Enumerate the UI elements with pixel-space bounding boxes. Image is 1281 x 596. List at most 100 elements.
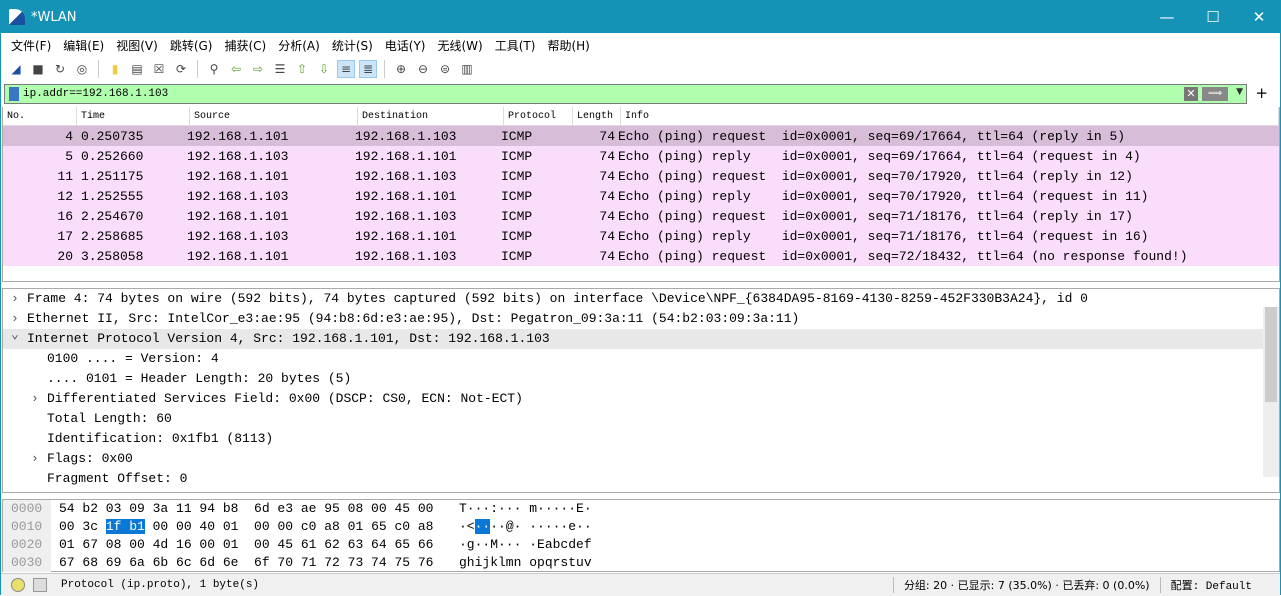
menu-item[interactable]: 无线(W) — [432, 37, 489, 54]
detail-text: Total Length: 60 — [47, 411, 172, 426]
wireshark-logo-icon — [9, 9, 25, 25]
open-file-icon[interactable]: ▮ — [106, 60, 124, 78]
hex-row[interactable]: 0010 00 3c 1f b1 00 00 40 01 00 00 c0 a8 … — [3, 518, 1279, 536]
go-back-icon[interactable]: ⇦ — [227, 60, 245, 78]
status-profile[interactable]: 配置: Default — [1159, 577, 1280, 593]
packet-list: No. Time Source Destination Protocol Length In… — [2, 106, 1280, 282]
detail-row[interactable]: › Flags: 0x00 — [3, 449, 1279, 469]
details-scrollbar[interactable] — [1263, 307, 1279, 477]
column-header[interactable]: Time — [77, 106, 190, 126]
go-forward-icon[interactable]: ⇨ — [249, 60, 267, 78]
hex-row[interactable]: 0020 01 67 08 00 4d 16 00 01 00 45 61 62 … — [3, 536, 1279, 554]
detail-row[interactable]: .... 0101 = Header Length: 20 bytes (5) — [3, 369, 1279, 389]
bookmark-icon[interactable] — [9, 87, 19, 101]
packet-row[interactable]: 17 2.258685 192.168.1.103 192.168.1.101 ICMP… — [3, 226, 1279, 246]
display-filter-input[interactable]: ip.addr==192.168.1.103 ✕ ⟹ ▼ — [4, 84, 1247, 104]
stop-capture-icon[interactable]: ■ — [29, 60, 47, 78]
packet-row[interactable]: 12 1.252555 192.168.1.103 192.168.1.101 ICMP… — [3, 186, 1279, 206]
hex-bytes-selected[interactable]: 1f b1 — [105, 519, 145, 534]
zoom-in-icon[interactable]: ⊕ — [392, 60, 410, 78]
chevron-right-icon[interactable]: › — [31, 389, 39, 409]
hex-ascii[interactable]: T···:··· m·····E· — [459, 500, 659, 518]
hex-bytes[interactable]: 67 68 69 6a 6b 6c 6d 6e 6f 70 71 72 73 7… — [59, 554, 459, 572]
go-to-packet-icon[interactable]: ☰ — [271, 60, 289, 78]
menu-item[interactable]: 编辑(E) — [57, 37, 110, 54]
column-header[interactable]: No. — [3, 106, 77, 126]
hex-offset: 0020 — [3, 536, 51, 554]
packet-row[interactable]: 11 1.251175 192.168.1.101 192.168.1.103 ICMP… — [3, 166, 1279, 186]
column-header[interactable]: Protocol — [504, 106, 573, 126]
capture-comment-icon[interactable] — [33, 578, 47, 592]
column-header[interactable]: Info — [621, 106, 1279, 126]
filter-history-dropdown[interactable]: ▼ — [1236, 87, 1243, 97]
capture-options-icon[interactable]: ◎ — [73, 60, 91, 78]
close-file-icon[interactable]: ☒ — [150, 60, 168, 78]
first-packet-icon[interactable]: ⇧ — [293, 60, 311, 78]
packet-cell: 20 — [57, 248, 73, 264]
packet-cell: Echo (ping) request id=0x0001, seq=72/18… — [618, 248, 1188, 264]
hex-ascii[interactable]: ·<····@· ·····e·· — [459, 518, 659, 536]
find-packet-icon[interactable]: ⚲ — [205, 60, 223, 78]
menu-item[interactable]: 帮助(H) — [541, 37, 595, 54]
detail-row[interactable]: Identification: 0x1fb1 (8113) — [3, 429, 1279, 449]
detail-row[interactable]: › Ethernet II, Src: IntelCor_e3:ae:95 (94… — [3, 309, 1279, 329]
column-header[interactable]: Destination — [358, 106, 504, 126]
menu-item[interactable]: 电话(Y) — [379, 37, 432, 54]
add-filter-button[interactable]: + — [1255, 84, 1268, 102]
save-file-icon[interactable]: ▤ — [128, 60, 146, 78]
column-header[interactable]: Source — [190, 106, 358, 126]
detail-row[interactable]: Fragment Offset: 0 — [3, 469, 1279, 489]
packet-cell: Echo (ping) reply id=0x0001, seq=70/1792… — [618, 188, 1149, 204]
chevron-down-icon[interactable]: ⌄ — [11, 325, 19, 345]
detail-row[interactable]: › Differentiated Services Field: 0x00 (DS… — [3, 389, 1279, 409]
packet-row[interactable]: 5 0.252660 192.168.1.103 192.168.1.101 ICMP 7… — [3, 146, 1279, 166]
hex-ascii[interactable]: ghijklmn opqrstuv — [459, 554, 659, 572]
detail-text: Identification: 0x1fb1 (8113) — [47, 431, 274, 446]
packet-cell: ICMP — [501, 188, 533, 204]
hex-bytes[interactable]: 00 3c 1f b1 00 00 40 01 00 00 c0 a8 01 6… — [59, 518, 459, 536]
filter-text[interactable]: ip.addr==192.168.1.103 — [23, 88, 168, 100]
packet-cell: Echo (ping) request id=0x0001, seq=71/18… — [618, 208, 1133, 224]
packet-row[interactable]: 4 0.250735 192.168.1.101 192.168.1.103 ICMP 7… — [3, 126, 1279, 146]
chevron-right-icon[interactable]: › — [31, 449, 39, 469]
expert-info-icon[interactable] — [11, 578, 25, 592]
detail-row[interactable]: ⌄ Internet Protocol Version 4, Src: 192.1… — [3, 327, 1279, 349]
clear-filter-icon[interactable]: ✕ — [1184, 87, 1198, 101]
hex-bytes[interactable]: 54 b2 03 09 3a 11 94 b8 6d e3 ae 95 08 0… — [59, 500, 459, 518]
detail-text: Differentiated Services Field: 0x00 (DSC… — [47, 391, 523, 406]
hex-ascii[interactable]: ·g··M··· ·Eabcdef — [459, 536, 659, 554]
apply-filter-icon[interactable]: ⟹ — [1202, 87, 1228, 101]
packet-row[interactable]: 20 3.258058 192.168.1.101 192.168.1.103 ICMP… — [3, 246, 1279, 266]
ascii-selected[interactable]: ·· — [474, 519, 491, 534]
autoscroll-icon[interactable]: ≡ — [337, 60, 355, 78]
reload-icon[interactable]: ⟳ — [172, 60, 190, 78]
zoom-normal-icon[interactable]: ⊜ — [436, 60, 454, 78]
hex-row[interactable]: 0030 67 68 69 6a 6b 6c 6d 6e 6f 70 71 72 … — [3, 554, 1279, 572]
minimize-button[interactable]: — — [1144, 1, 1190, 33]
colorize-icon[interactable]: ≣ — [359, 60, 377, 78]
detail-row[interactable]: Total Length: 60 — [3, 409, 1279, 429]
column-header[interactable]: Length — [573, 106, 621, 126]
menu-item[interactable]: 文件(F) — [5, 37, 57, 54]
menu-item[interactable]: 分析(A) — [272, 37, 326, 54]
hex-bytes[interactable]: 01 67 08 00 4d 16 00 01 00 45 61 62 63 6… — [59, 536, 459, 554]
menu-item[interactable]: 统计(S) — [326, 37, 379, 54]
menu-item[interactable]: 跳转(G) — [164, 37, 219, 54]
detail-row[interactable]: › Frame 4: 74 bytes on wire (592 bits), 7… — [3, 289, 1279, 309]
packet-row[interactable]: 16 2.254670 192.168.1.101 192.168.1.103 ICMP… — [3, 206, 1279, 226]
chevron-right-icon[interactable]: › — [11, 289, 19, 309]
menu-item[interactable]: 视图(V) — [110, 37, 164, 54]
detail-row[interactable]: 0100 .... = Version: 4 — [3, 349, 1279, 369]
zoom-out-icon[interactable]: ⊖ — [414, 60, 432, 78]
resize-columns-icon[interactable]: ▥ — [458, 60, 476, 78]
hex-row[interactable]: 0000 54 b2 03 09 3a 11 94 b8 6d e3 ae 95 … — [3, 500, 1279, 518]
packet-cell: 5 — [65, 148, 73, 164]
restart-capture-icon[interactable]: ↻ — [51, 60, 69, 78]
start-capture-icon[interactable]: ◢ — [7, 60, 25, 78]
close-button[interactable]: ✕ — [1236, 1, 1281, 33]
menu-item[interactable]: 捕获(C) — [218, 37, 272, 54]
last-packet-icon[interactable]: ⇩ — [315, 60, 333, 78]
maximize-button[interactable]: ☐ — [1190, 1, 1236, 33]
menu-item[interactable]: 工具(T) — [489, 37, 542, 54]
hex-offset: 0030 — [3, 554, 51, 572]
